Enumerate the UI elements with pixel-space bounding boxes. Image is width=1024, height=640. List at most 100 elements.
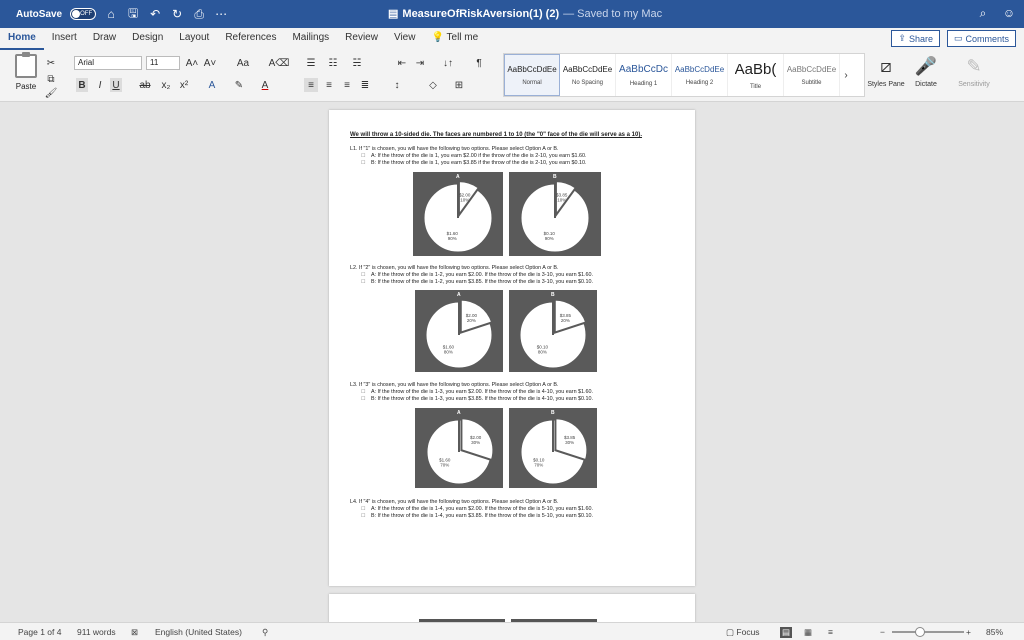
dictate-label: Dictate [915,81,937,88]
superscript-icon[interactable]: x² [178,78,190,92]
page-count[interactable]: Page 1 of 4 [18,627,61,637]
tab-draw[interactable]: Draw [85,28,124,50]
paste-button[interactable]: Paste [8,52,44,98]
zoom-in-icon[interactable]: + [966,627,971,637]
comments-button[interactable]: ▭ Comments [946,30,1016,47]
checkbox-icon[interactable]: ☐ [361,396,365,402]
tab-references[interactable]: References [217,28,284,50]
dictate-button[interactable]: 🎤 Dictate [906,54,946,89]
line-spacing-icon[interactable]: ↕ [390,78,404,92]
style-name: Subtitle [801,79,822,86]
autosave-toggle[interactable]: OFF [70,8,97,20]
bullets-icon[interactable]: ☰ [304,56,318,70]
multilevel-list-icon[interactable]: ☵ [350,56,364,70]
style-heading-2[interactable]: AaBbCcDdEe Heading 2 [672,54,728,96]
highlight-icon[interactable]: ✎ [232,78,246,92]
focus-button[interactable]: ▢ Focus [726,627,760,638]
document-page[interactable]: We will throw a 10-sided die. The faces … [329,110,695,586]
sort-icon[interactable]: ↓↑ [442,56,454,70]
checkbox-icon[interactable]: ☐ [361,506,365,512]
search-icon[interactable]: ⌕ [976,6,990,20]
print-icon[interactable]: ⎙ [192,7,206,21]
zoom-level[interactable]: 85% [986,627,1003,637]
zoom-out-icon[interactable]: − [880,627,885,637]
zoom-slider-thumb[interactable] [915,627,925,637]
style-no-spacing[interactable]: AaBbCcDdEe No Spacing [560,54,616,96]
pie-pct-large: 80% [444,350,453,355]
show-formatting-icon[interactable]: ¶ [474,56,484,70]
tab-layout[interactable]: Layout [171,28,217,50]
tab-view[interactable]: View [386,28,424,50]
style-heading-1[interactable]: AaBbCcDc Heading 1 [616,54,672,96]
cut-icon[interactable]: ✂ [46,56,56,70]
style-title[interactable]: AaBb( Title [728,54,784,96]
style-name: Normal [522,79,542,86]
decrease-indent-icon[interactable]: ⇤ [396,56,408,70]
tell-me[interactable]: 💡 Tell me [423,28,486,50]
proofing-icon[interactable]: ⊠ [131,627,138,638]
word-count[interactable]: 911 words [77,627,116,637]
pie-chart: $2.0030%$1.6070% [426,417,495,485]
share-button[interactable]: ⇪ Share [891,30,940,47]
increase-indent-icon[interactable]: ⇥ [414,56,426,70]
numbering-icon[interactable]: ☷ [326,56,340,70]
chevron-right-icon[interactable]: › [840,54,852,96]
underline-icon[interactable]: U [110,78,122,92]
format-painter-icon[interactable]: 🖌 [45,86,58,100]
change-case-icon[interactable]: Aa [234,56,252,70]
save-icon[interactable]: 🖫 [126,6,140,21]
grow-font-icon[interactable]: A˄ [186,56,199,70]
pie-chart: $3.8530%$0.1070% [520,417,589,485]
font-name-select[interactable]: Arial [74,56,142,70]
language[interactable]: English (United States) [155,627,242,637]
home-icon[interactable]: ⌂ [104,7,118,21]
subscript-icon[interactable]: x₂ [160,78,172,92]
style-subtitle[interactable]: AaBbCcDdEe Subtitle [784,54,840,96]
copy-icon[interactable]: ⧉ [46,72,56,86]
style-name: No Spacing [571,79,604,86]
document-canvas[interactable]: We will throw a 10-sided die. The faces … [0,102,1024,622]
tab-design[interactable]: Design [124,28,171,50]
smiley-icon[interactable]: ☺ [1002,6,1016,20]
italic-icon[interactable]: I [94,78,106,92]
web-layout-icon[interactable]: ▦ [804,627,812,638]
align-left-icon[interactable]: ≡ [304,78,318,92]
share-icon: ⇪ [898,33,906,43]
font-color-icon[interactable]: A [258,78,272,92]
borders-icon[interactable]: ⊞ [452,78,466,92]
checkbox-icon[interactable]: ☐ [361,272,365,278]
bold-icon[interactable]: B [76,78,88,92]
document-page-2[interactable] [329,594,695,622]
text-effects-icon[interactable]: A [206,78,218,92]
checkbox-icon[interactable]: ☐ [361,389,365,395]
zoom-slider[interactable] [892,631,964,633]
tab-mailings[interactable]: Mailings [284,28,337,50]
document-title[interactable]: ▤ MeasureOfRiskAversion(1) (2) — Saved t… [388,7,662,21]
styles-pane-button[interactable]: ⧄ Styles Pane [866,54,906,89]
redo-icon[interactable]: ↻ [170,7,184,21]
print-layout-icon[interactable]: ▤ [780,627,793,638]
font-size-select[interactable]: 11 [146,56,180,70]
shading-icon[interactable]: ◇ [426,78,440,92]
align-center-icon[interactable]: ≡ [322,78,336,92]
shrink-font-icon[interactable]: A˅ [204,56,217,70]
sensitivity-button[interactable]: ✎ Sensitivity [954,54,994,89]
checkbox-icon[interactable]: ☐ [361,153,365,159]
tab-insert[interactable]: Insert [44,28,85,50]
accessibility-icon[interactable]: ⚲ [262,627,268,638]
tab-home[interactable]: Home [0,28,44,50]
document-name: MeasureOfRiskAversion(1) (2) [402,7,560,20]
checkbox-icon[interactable]: ☐ [361,160,365,166]
draft-icon[interactable]: ≡ [828,627,833,637]
more-icon[interactable]: ⋯ [214,7,228,21]
style-normal[interactable]: AaBbCcDdEe Normal [504,54,560,96]
clear-formatting-icon[interactable]: A⌫ [269,56,290,70]
strikethrough-icon[interactable]: ab [138,78,152,92]
checkbox-icon[interactable]: ☐ [361,279,365,285]
align-right-icon[interactable]: ≡ [340,78,354,92]
justify-icon[interactable]: ≣ [358,78,372,92]
checkbox-icon[interactable]: ☐ [361,513,365,519]
sensitivity-label: Sensitivity [958,81,990,88]
undo-icon[interactable]: ↶ [148,7,162,21]
tab-review[interactable]: Review [337,28,386,50]
